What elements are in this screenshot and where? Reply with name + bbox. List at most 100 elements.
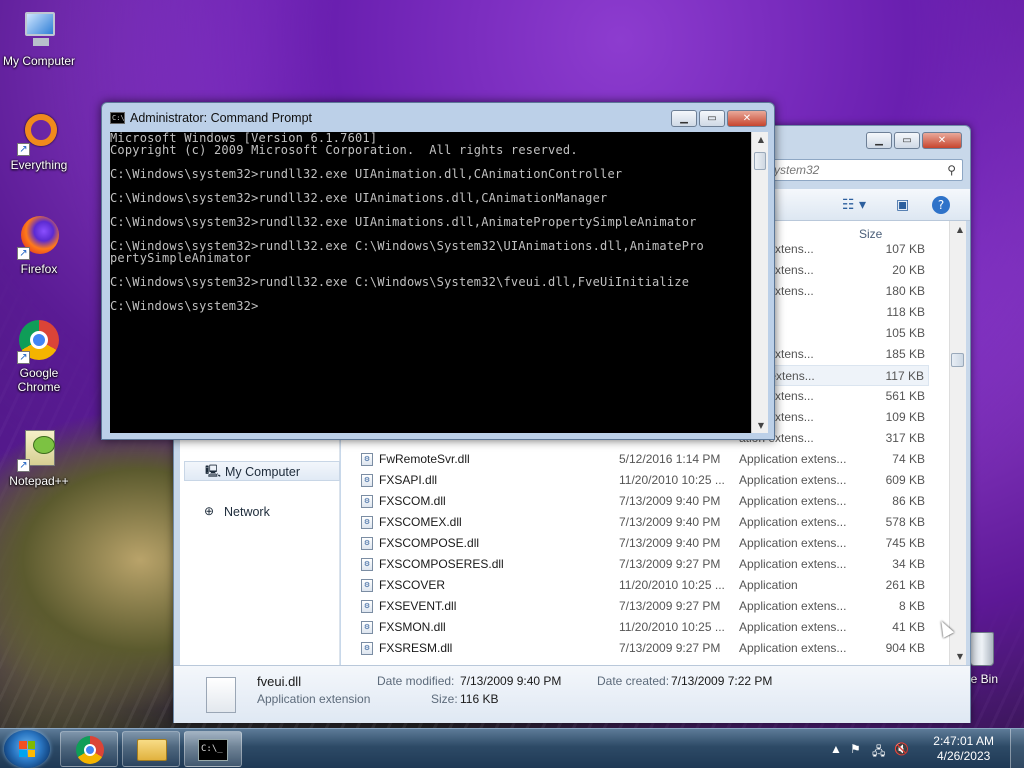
scroll-up-arrow-icon[interactable]: ▲ [957,225,963,234]
scroll-down-arrow-icon[interactable]: ▼ [957,652,963,661]
desktop-icon-label: My Computer [2,54,76,68]
preview-pane-icon[interactable]: ▣ [896,195,909,215]
search-input[interactable]: ystem32 ⚲ [767,159,963,181]
desktop-icon-label: Firefox [20,262,58,276]
nav-item-network[interactable]: ⊕ Network [184,502,340,522]
desktop-icon-everything[interactable]: ↗ Everything [1,112,77,172]
scroll-up-arrow-icon[interactable]: ▲ [758,135,764,144]
maximize-button[interactable]: ▭ [894,132,920,149]
cell-name: FXSRESM.dll [379,641,453,655]
desktop-icon-label: Google Chrome [17,366,61,394]
file-list-scrollbar[interactable]: ▲ ▼ [949,221,966,665]
command-prompt-icon: C:\_ [198,739,228,761]
maximize-button[interactable]: ▭ [699,110,725,127]
details-filename: fveui.dll [257,674,302,689]
table-row[interactable]: ⚙ FXSMON.dll 11/20/2010 10:25 ... Applicati… [359,617,929,638]
action-center-icon[interactable]: ⚑ [850,742,861,756]
clock-time: 2:47:01 AM [933,734,994,748]
taskbar-cmd-button[interactable]: C:\_ [184,731,242,767]
details-modified-label: Date modified: [377,674,455,688]
window-title: Administrator: Command Prompt [130,111,313,125]
close-button[interactable]: ✕ [727,110,767,127]
cell-type: Application [739,578,798,592]
shortcut-arrow-icon: ↗ [17,247,30,260]
help-icon[interactable]: ? [932,196,950,214]
table-row[interactable]: ⚙ FXSCOMPOSE.dll 7/13/2009 9:40 PM Applicat… [359,533,929,554]
cell-size: 117 KB [885,369,924,383]
cell-size: 8 KB [898,599,925,613]
nav-item-label: My Computer [225,465,301,479]
table-row[interactable]: ⚙ FXSCOMPOSERES.dll 7/13/2009 9:27 PM Appli… [359,554,929,575]
shortcut-arrow-icon: ↗ [17,459,30,472]
desktop-icon-notepadpp[interactable]: ↗ Notepad++ [1,428,77,488]
desktop-icon-my-computer[interactable]: My Computer [1,8,77,68]
table-row[interactable]: ⚙ FXSRESM.dll 7/13/2009 9:27 PM Application… [359,638,929,659]
console-line: C:\Windows\system32>rundll32.exe C:\Wind… [110,275,690,289]
dll-file-icon: ⚙ [361,642,373,655]
table-row[interactable]: ⚙ FXSCOM.dll 7/13/2009 9:40 PM Application … [359,491,929,512]
volume-muted-icon[interactable]: 🔇 [894,742,909,756]
cell-date: 11/20/2010 10:25 ... [619,578,725,592]
console-line: C:\Windows\system32>rundll32.exe UIAnima… [110,215,697,229]
table-row[interactable]: ⚙ FXSCOVER 11/20/2010 10:25 ... Application… [359,575,929,596]
cell-size: 34 KB [892,557,925,571]
cell-size: 118 KB [886,305,925,319]
console-output[interactable]: Microsoft Windows [Version 6.1.7601] Copy… [110,132,751,433]
cell-size: 745 KB [885,536,925,550]
show-desktop-button[interactable] [1010,729,1024,768]
clock[interactable]: 2:47:01 AM 4/26/2023 [933,734,994,764]
table-row[interactable]: ⚙ FXSCOMEX.dll 7/13/2009 9:40 PM Applicatio… [359,512,929,533]
desktop-icon-recycle-bin[interactable]: cle Bin [962,632,1022,686]
cmd-window-buttons: ▁ ▭ ✕ [671,110,767,127]
cell-type: Application extens... [739,620,847,634]
shortcut-arrow-icon: ↗ [17,143,30,156]
cell-date: 7/13/2009 9:40 PM [619,515,721,529]
cell-date: 7/13/2009 9:27 PM [619,557,721,571]
cell-type: Application extens... [739,557,847,571]
start-button[interactable] [4,730,50,768]
cell-size: 41 KB [892,620,925,634]
system-tray: ▲ ⚑ 🖧 🔇 2:47:01 AM 4/26/2023 [824,729,1024,768]
cell-name: FXSCOVER [379,578,446,592]
nav-item-my-computer[interactable]: 🖳 My Computer [184,461,340,481]
details-size-value: 116 KB [460,692,499,706]
console-line: C:\Windows\system32>rundll32.exe UIAnima… [110,191,608,205]
desktop-icon-firefox[interactable]: ↗ Firefox [1,216,77,276]
network-icon[interactable]: 🖧 [872,742,885,763]
clock-date: 4/26/2023 [936,749,991,763]
minimize-button[interactable]: ▁ [866,132,892,149]
cell-size: 904 KB [885,641,925,655]
details-created-value: 7/13/2009 7:22 PM [671,674,773,688]
search-input-text: ystem32 [774,163,820,177]
table-row[interactable]: ⚙ FXSEVENT.dll 7/13/2009 9:27 PM Applicatio… [359,596,929,617]
taskbar-explorer-button[interactable] [122,731,180,767]
cell-size: 74 KB [892,452,925,466]
console-scrollbar[interactable]: ▲ ▼ [751,132,768,433]
cell-date: 7/13/2009 9:27 PM [619,599,721,613]
table-row[interactable]: ⚙ FXSAPI.dll 11/20/2010 10:25 ... Applicati… [359,470,929,491]
minimize-button[interactable]: ▁ [671,110,697,127]
scroll-down-arrow-icon[interactable]: ▼ [758,421,764,430]
view-options-icon[interactable]: ☷ ▾ [842,195,866,215]
desktop-icon-label: cle Bin [962,672,999,686]
application-file-icon: ⚙ [361,579,373,592]
scrollbar-thumb[interactable] [951,353,964,367]
cell-size: 609 KB [885,473,925,487]
search-icon[interactable]: ⚲ [947,160,956,180]
command-prompt-window[interactable]: C:\ Administrator: Command Prompt ▁ ▭ ✕ … [101,102,775,440]
dll-file-icon: ⚙ [361,474,373,487]
cell-size: 109 KB [885,410,925,424]
desktop-icon-chrome[interactable]: ↗ Google Chrome [1,320,77,394]
cell-date: 7/13/2009 9:40 PM [619,536,721,550]
cell-name: FXSCOMEX.dll [379,515,462,529]
table-row[interactable]: ⚙ FwRemoteSvr.dll 5/12/2016 1:14 PM Applica… [359,449,929,470]
desktop-icon-label: Everything [10,158,68,172]
taskbar-chrome-button[interactable] [60,731,118,767]
close-button[interactable]: ✕ [922,132,962,149]
cell-name: FXSEVENT.dll [379,599,457,613]
cell-size: 20 KB [892,263,925,277]
console-line: C:\Windows\system32>rundll32.exe UIAnima… [110,167,623,181]
scrollbar-thumb[interactable] [754,152,766,170]
show-hidden-icons-icon[interactable]: ▲ [830,742,842,756]
command-prompt-icon: C:\ [110,112,125,124]
